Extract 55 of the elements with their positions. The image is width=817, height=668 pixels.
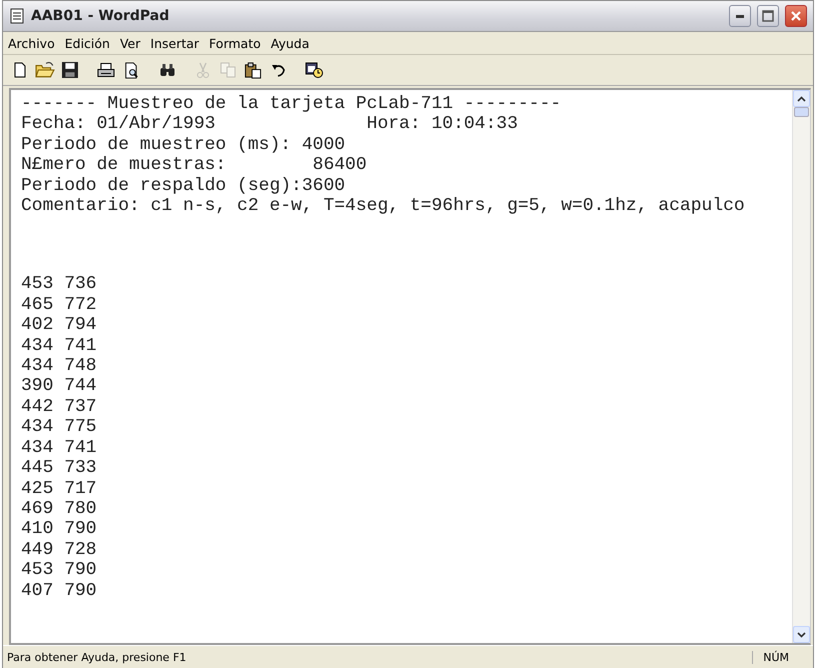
menu-item[interactable]: Ver xyxy=(120,36,140,50)
text-line: ------- Muestreo de la tarjeta PcLab-711 --------- xyxy=(21,94,562,114)
scroll-up-button[interactable] xyxy=(793,90,810,107)
calendar-clock-icon xyxy=(305,62,323,78)
close-button[interactable] xyxy=(785,5,807,27)
text-line: 453 790 xyxy=(21,560,98,581)
text-line: Comentario: c1 n-s, c2 e-w, T=4seg, t=96hrs, g=5, w=0.1hz, acapulco xyxy=(21,196,746,216)
text-line: 434 775 xyxy=(21,417,98,438)
close-icon xyxy=(790,10,802,22)
toolbar-button[interactable] xyxy=(59,59,81,81)
chevron-down-icon xyxy=(797,632,806,638)
scroll-down-button[interactable] xyxy=(793,626,810,643)
text-line: 453 736 xyxy=(21,274,98,295)
num-lock-indicator: NÚM xyxy=(752,650,809,664)
text-line: Periodo de respaldo (seg):3600 xyxy=(21,176,346,196)
text-line: 434 748 xyxy=(21,356,98,376)
scroll-thumb[interactable] xyxy=(794,107,809,117)
notepad-icon xyxy=(9,8,25,24)
scissors-icon xyxy=(197,62,209,78)
text-line: 410 790 xyxy=(21,519,98,540)
blank-page-icon xyxy=(13,62,27,78)
text-line: 434 741 xyxy=(21,336,98,356)
menu-item[interactable]: Archivo xyxy=(8,36,55,50)
menu-item[interactable]: Insertar xyxy=(150,36,200,50)
text-line: 469 780 xyxy=(21,498,98,520)
copy-icon xyxy=(220,62,236,78)
binoculars-icon xyxy=(160,64,174,76)
text-line: 434 741 xyxy=(21,438,98,458)
maximize-icon xyxy=(762,10,774,22)
folder-icon xyxy=(35,62,55,78)
text-line: 449 728 xyxy=(21,540,98,560)
maximize-button[interactable] xyxy=(757,5,779,27)
menu-item[interactable]: Edición xyxy=(64,36,110,50)
text-line: 445 733 xyxy=(21,458,98,478)
chevron-up-icon xyxy=(797,96,806,102)
menu-item[interactable]: Formato xyxy=(209,36,261,50)
undo-icon xyxy=(271,64,285,76)
text-line: 402 794 xyxy=(21,315,98,336)
text-line: 390 744 xyxy=(21,376,98,397)
magnifier-page-icon xyxy=(124,62,138,78)
text-line: 407 790 xyxy=(21,580,98,601)
minimize-button[interactable] xyxy=(729,5,751,27)
text-line: 465 772 xyxy=(21,294,98,316)
text-line: Fecha: 01/Abr/1993 Hora: 10:04:33 xyxy=(21,114,519,135)
status-message: Para obtener Ayuda, presione F1 xyxy=(7,650,188,664)
text-line: N£mero de muestras: 86400 xyxy=(21,155,368,176)
clipboard-icon xyxy=(244,62,262,78)
text-line: 425 717 xyxy=(21,478,98,499)
menu-item[interactable]: Ayuda xyxy=(270,36,310,50)
window-title: AAB01 - WordPad xyxy=(31,8,170,24)
minimize-icon xyxy=(736,14,744,18)
text-line: Periodo de muestreo (ms): 4000 xyxy=(21,134,346,156)
text-line: 442 737 xyxy=(21,396,98,418)
printer-icon xyxy=(97,62,115,78)
vertical-scrollbar[interactable] xyxy=(792,90,810,643)
